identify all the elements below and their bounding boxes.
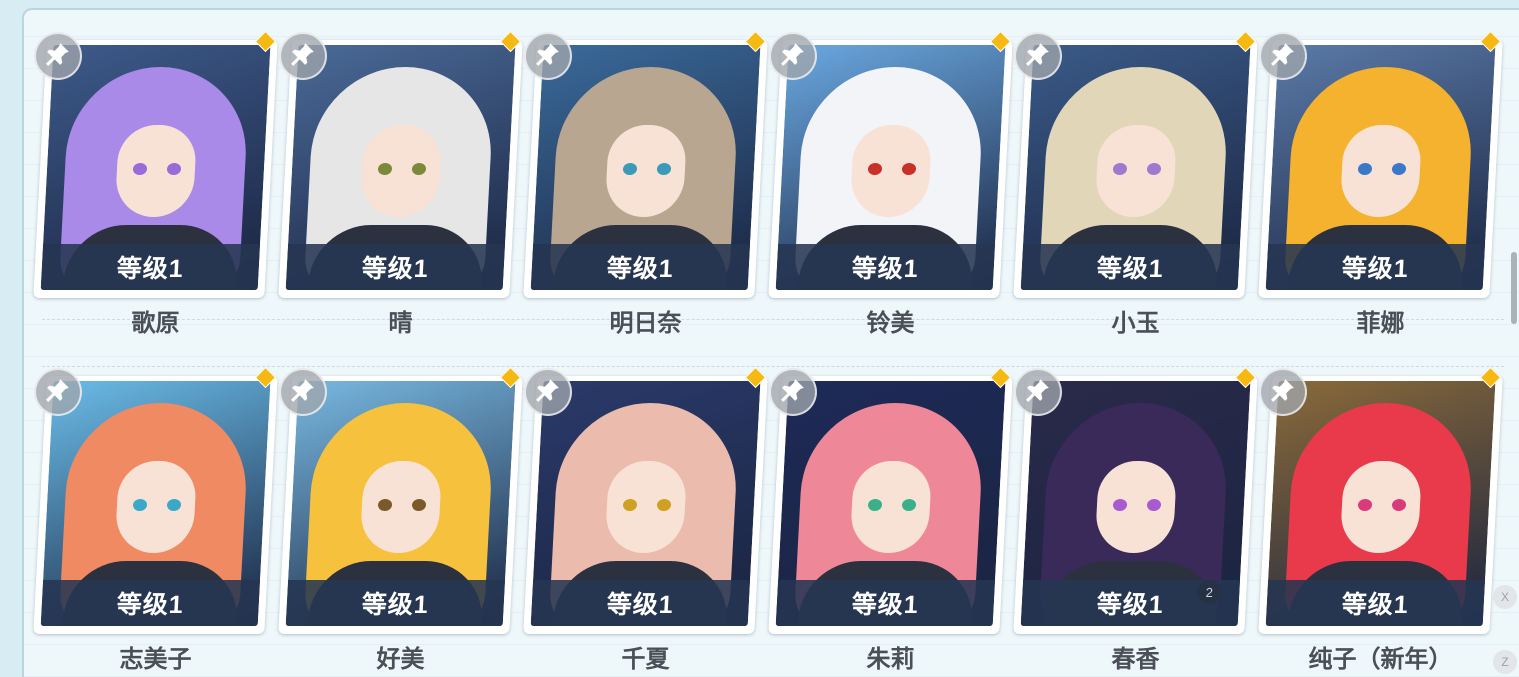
level-label: 等级1 [1265,244,1486,290]
character-portrait: 等级1 [40,381,271,626]
pin-icon [45,377,71,408]
character-name: 晴 [285,303,516,338]
character-card[interactable]: 等级1 朱莉 [768,366,1013,677]
character-portrait: 等级1 [285,45,516,290]
pin-icon [780,377,806,408]
character-name: 春香 [1020,639,1251,674]
character-card[interactable]: 等级1 铃美 [768,30,1013,368]
pin-button[interactable] [524,32,572,80]
pin-button[interactable] [1014,368,1062,416]
pin-icon [535,377,561,408]
character-name: 纯子（新年） [1265,639,1496,674]
character-name: 小玉 [1020,303,1251,338]
portrait-frame: 等级1 [278,376,523,634]
z-hotkey-button[interactable]: Z [1493,650,1517,674]
pin-button[interactable] [769,368,817,416]
character-name: 朱莉 [775,639,1006,674]
character-portrait: 等级1 [1020,45,1251,290]
pin-icon [535,41,561,72]
x-hotkey-button[interactable]: X [1493,585,1517,609]
portrait-frame: 等级1 [33,376,278,634]
level-label: 等级1 [40,244,261,290]
portrait-frame: 等级1 [523,376,768,634]
character-portrait: 等级1 [775,381,1006,626]
character-card[interactable]: 等级1 小玉 [1013,30,1258,368]
level-label: 等级1 [285,580,506,626]
character-card[interactable]: 等级1 志美子 [33,366,278,677]
character-card[interactable]: 等级1 明日奈 [523,30,768,368]
character-name: 千夏 [530,639,761,674]
character-list-panel: 等级1 歌原 等级1 晴 等级1 明日奈 等级1 铃美 等级1 小玉 等级1 菲… [22,8,1519,677]
pin-icon [290,377,316,408]
character-name: 菲娜 [1265,303,1496,338]
pin-icon [290,41,316,72]
scrollbar-thumb[interactable] [1511,252,1517,324]
character-portrait: 等级1 [530,381,761,626]
pin-button[interactable] [524,368,572,416]
character-portrait: 等级1 [40,45,271,290]
character-name: 歌原 [40,303,271,338]
level-label: 等级1 [530,580,751,626]
character-card[interactable]: 等级1 晴 [278,30,523,368]
level-label: 等级1 [1020,244,1241,290]
portrait-frame: 等级1 2 [1013,376,1258,634]
character-portrait: 等级1 2 [1020,381,1251,626]
character-name: 志美子 [40,639,271,674]
character-card[interactable]: 等级1 纯子（新年） [1258,366,1503,677]
pin-button[interactable] [34,32,82,80]
character-card[interactable]: 等级1 菲娜 [1258,30,1503,368]
level-label: 等级1 [285,244,506,290]
character-portrait: 等级1 [1265,381,1496,626]
character-portrait: 等级1 [530,45,761,290]
character-card[interactable]: 等级1 歌原 [33,30,278,368]
pin-button[interactable] [34,368,82,416]
pin-icon [1025,41,1051,72]
character-portrait: 等级1 [775,45,1006,290]
portrait-frame: 等级1 [1013,40,1258,298]
level-label: 等级1 [1265,580,1486,626]
character-portrait: 等级1 [1265,45,1496,290]
character-name: 铃美 [775,303,1006,338]
character-portrait: 等级1 [285,381,516,626]
character-card[interactable]: 等级1 2 春香 [1013,366,1258,677]
pin-icon [1270,41,1296,72]
portrait-frame: 等级1 [768,40,1013,298]
portrait-frame: 等级1 [1258,40,1503,298]
pin-button[interactable] [769,32,817,80]
portrait-frame: 等级1 [278,40,523,298]
level-label: 等级1 [530,244,751,290]
character-name: 明日奈 [530,303,761,338]
pin-button[interactable] [279,32,327,80]
level-label: 等级1 [775,244,996,290]
pin-icon [780,41,806,72]
pin-button[interactable] [1259,32,1307,80]
portrait-frame: 等级1 [768,376,1013,634]
level-label: 等级1 [775,580,996,626]
portrait-frame: 等级1 [1258,376,1503,634]
pin-button[interactable] [279,368,327,416]
portrait-frame: 等级1 [523,40,768,298]
portrait-frame: 等级1 [33,40,278,298]
character-card[interactable]: 等级1 好美 [278,366,523,677]
pin-icon [1270,377,1296,408]
character-grid: 等级1 歌原 等级1 晴 等级1 明日奈 等级1 铃美 等级1 小玉 等级1 菲… [33,30,1503,677]
pin-button[interactable] [1014,32,1062,80]
level-label: 等级1 [40,580,261,626]
pin-button[interactable] [1259,368,1307,416]
character-card[interactable]: 等级1 千夏 [523,366,768,677]
character-name: 好美 [285,639,516,674]
pin-icon [1025,377,1051,408]
pin-icon [45,41,71,72]
